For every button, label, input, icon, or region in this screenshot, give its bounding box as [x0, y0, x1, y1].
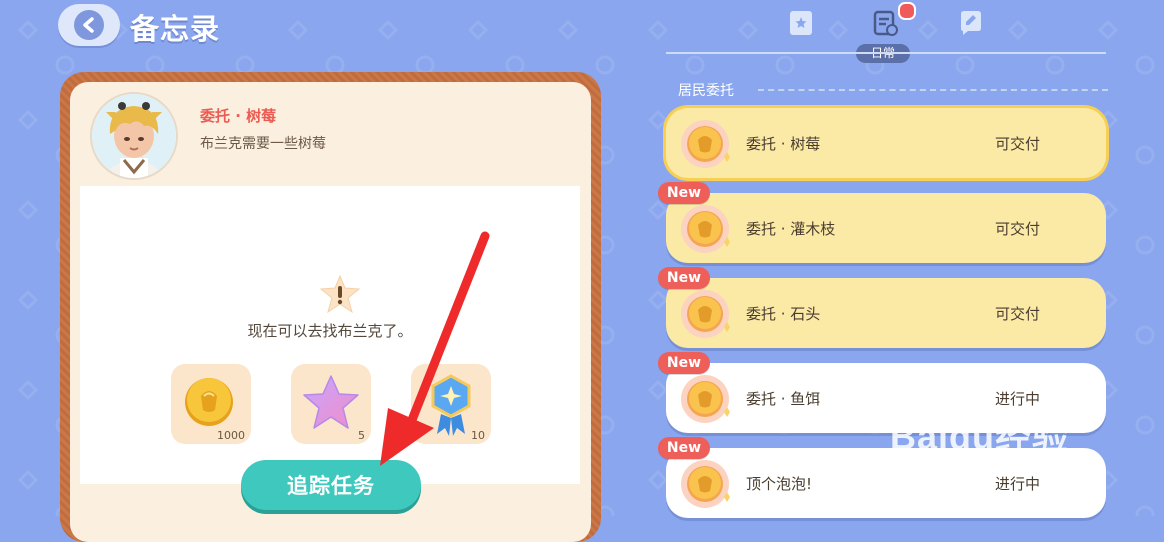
reward-item: 5 — [291, 364, 371, 444]
new-badge: New — [658, 437, 710, 459]
quest-list-item[interactable]: 委托 · 树莓 可交付 — [666, 108, 1106, 178]
exclamation-star-icon — [319, 274, 361, 314]
daily-tasks-icon[interactable] — [870, 8, 900, 38]
npc-avatar — [92, 94, 176, 178]
page-title: 备忘录 — [130, 12, 221, 46]
quest-item-status: 进行中 — [994, 475, 1040, 493]
quest-list-item[interactable]: 委托 · 灌木枝 可交付 — [666, 193, 1106, 263]
section-title: 居民委托 — [678, 83, 734, 99]
quest-list-item[interactable]: 顶个泡泡! 进行中 — [666, 448, 1106, 518]
acorn-coin-icon — [681, 120, 730, 168]
new-badge: New — [658, 352, 710, 374]
quest-list-item[interactable]: 委托 · 石头 可交付 — [666, 278, 1106, 348]
quest-detail-body: 现在可以去找布兰克了。 1000 5 10 — [80, 186, 580, 484]
tab-divider — [666, 52, 1106, 54]
reward-count: 1000 — [217, 429, 245, 442]
back-button[interactable] — [58, 4, 120, 46]
quest-list-item[interactable]: 委托 · 鱼饵 进行中 — [666, 363, 1106, 433]
quest-item-name: 委托 · 石头 — [746, 305, 821, 323]
section-divider — [758, 89, 1108, 91]
quest-item-status: 可交付 — [994, 135, 1040, 153]
quest-item-status: 可交付 — [994, 220, 1040, 238]
quest-item-name: 委托 · 树莓 — [746, 135, 821, 153]
guide-book-icon[interactable] — [786, 8, 816, 38]
acorn-coin-icon — [681, 290, 730, 338]
acorn-coin-icon — [681, 375, 730, 423]
new-badge: New — [658, 182, 710, 204]
quest-title: 委托 · 树莓 — [200, 107, 277, 125]
quest-item-name: 顶个泡泡! — [746, 475, 813, 493]
acorn-coin-icon — [681, 460, 730, 508]
quest-item-name: 委托 · 灌木枝 — [746, 220, 836, 238]
quest-description: 布兰克需要一些树莓 — [200, 136, 326, 152]
edit-note-icon[interactable] — [956, 8, 986, 38]
acorn-coin-icon — [681, 205, 730, 253]
notification-dot — [898, 2, 916, 20]
red-arrow-annotation — [380, 231, 490, 466]
quest-message: 现在可以去找布兰克了。 — [247, 322, 413, 340]
quest-item-status: 进行中 — [994, 390, 1040, 408]
quest-item-status: 可交付 — [994, 305, 1040, 323]
quest-item-name: 委托 · 鱼饵 — [746, 390, 821, 408]
reward-count: 5 — [358, 429, 365, 442]
reward-item: 1000 — [171, 364, 251, 444]
back-arrow-icon — [74, 10, 104, 40]
new-badge: New — [658, 267, 710, 289]
